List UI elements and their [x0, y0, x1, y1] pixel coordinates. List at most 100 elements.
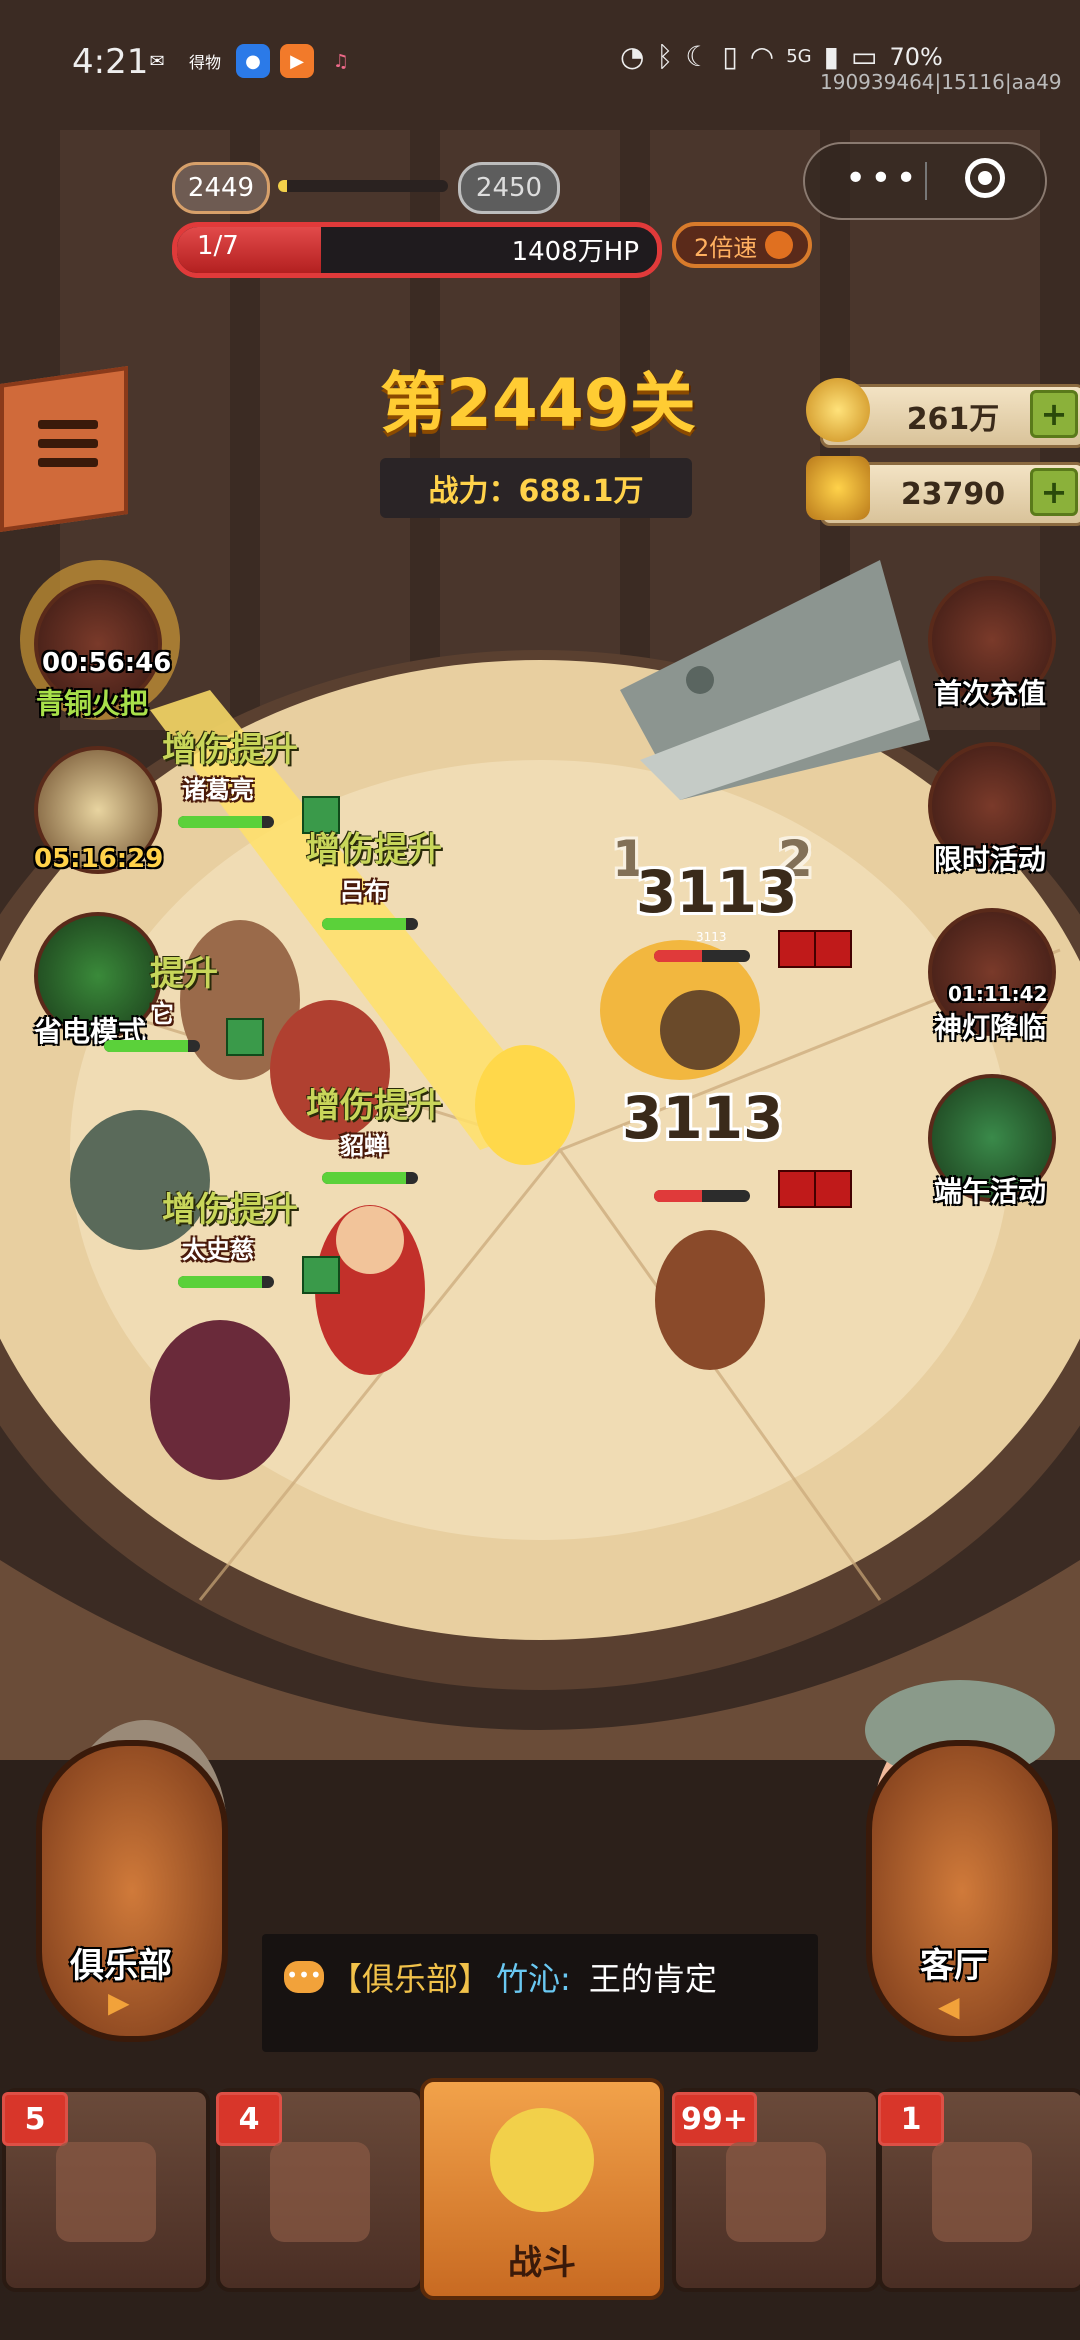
bluetooth-icon: ᛒ	[656, 40, 674, 73]
alarm-icon: ◔	[620, 40, 645, 73]
current-level-badge: 2449	[172, 162, 270, 214]
nav-badge: 5	[2, 2092, 68, 2146]
system-tray: ◔ ᛒ ☾ ▯ ◠ 5G ▮ ▭ 70%	[620, 40, 943, 73]
stage-title: 第2449关	[380, 365, 696, 442]
app-orange-icon: ▶	[280, 44, 314, 78]
speed-toggle-button[interactable]: 2倍速	[672, 222, 812, 268]
gold-ingot-icon	[806, 456, 870, 520]
hero-hp-bar	[178, 1276, 274, 1288]
buff-text: 增伤提升	[306, 1086, 442, 1126]
clock: 4:21	[72, 42, 149, 82]
hero-hp-bar	[178, 816, 274, 828]
signal-icon: ▮	[823, 40, 840, 73]
wifi-icon: ◠	[749, 40, 775, 73]
bag-icon	[56, 2142, 156, 2242]
chest-icon	[726, 2142, 826, 2242]
add-gold-button[interactable]: +	[1030, 468, 1078, 516]
map-icon	[932, 2142, 1032, 2242]
buff-text-partial: 提升	[150, 954, 218, 994]
uid-watermark: 190939464|15116|aa49	[820, 70, 1062, 94]
torch-timer: 00:56:46	[42, 648, 172, 678]
hero-name: 貂蝉	[340, 1132, 388, 1160]
wechat-icon: ✉	[149, 50, 165, 72]
debuff-icon	[814, 1170, 852, 1208]
lobby-label: 客厅	[920, 1946, 988, 1986]
hamburger-icon[interactable]	[38, 420, 98, 477]
club-button[interactable]	[36, 1740, 228, 2042]
capsule-divider	[925, 162, 927, 200]
next-level-badge: 2450	[458, 162, 560, 214]
level-progress-fill	[278, 180, 287, 192]
notification-icons: ✉ 得物 ● ▶ ♫	[140, 44, 358, 78]
level-progress-bar	[278, 180, 448, 192]
nav-tab-chest[interactable]: 99+	[672, 2088, 880, 2292]
limited-event-label: 限时活动	[934, 843, 1047, 876]
boss-hp-bar: 1/7 1408万HP	[172, 222, 662, 278]
moon-icon: ☾	[685, 40, 711, 73]
first-recharge-label: 首次充值	[934, 677, 1047, 710]
nav-badge: 99+	[672, 2092, 757, 2146]
chat-channel: 【俱乐部】	[330, 1960, 491, 1998]
club-label: 俱乐部	[70, 1946, 172, 1986]
miniprogram-capsule: •••	[803, 142, 1047, 220]
chat-sender: 竹沁:	[496, 1960, 571, 1998]
attack-buff-icon	[302, 1256, 340, 1294]
club-arrow-icon: ▶	[108, 1986, 130, 2019]
hero-name: 太史慈	[182, 1236, 254, 1264]
damage-number: 3113	[622, 1084, 784, 1152]
battery-icon: ▭	[851, 40, 878, 73]
nav-badge: 1	[878, 2092, 944, 2146]
hero-name: 诸葛亮	[182, 776, 254, 804]
hero-name-partial: 它	[150, 1000, 174, 1028]
debuff-icon	[778, 930, 816, 968]
buff-text: 增伤提升	[306, 830, 442, 870]
coin-icon	[806, 378, 870, 442]
buff-text: 增伤提升	[162, 1190, 298, 1230]
add-coin-button[interactable]: +	[1030, 390, 1078, 438]
chat-ticker[interactable]: ••• 【俱乐部】 竹沁: 王的肯定	[262, 1934, 818, 2052]
hp-text: 1408万HP	[511, 237, 639, 267]
nav-tab-battle[interactable]: 战斗	[420, 2078, 664, 2300]
speedometer-icon	[765, 231, 794, 259]
status-bar: 4:21 ✉ 得物 ● ▶ ♫ ◔ ᛒ ☾ ▯ ◠ 5G ▮ ▭ 70% 190…	[0, 0, 1080, 130]
battle-icon	[490, 2108, 594, 2212]
network-label: 5G	[786, 46, 812, 67]
lobby-button[interactable]	[866, 1740, 1058, 2042]
enemy-hp-bar	[654, 1190, 750, 1202]
speed-label: 2倍速	[694, 233, 758, 262]
app-blue-icon: ●	[236, 44, 270, 78]
vibrate-icon: ▯	[722, 40, 738, 73]
more-icon[interactable]: •••	[845, 158, 921, 199]
nav-tab-map[interactable]: 1	[878, 2088, 1080, 2292]
magic-lamp-label: 神灯降临	[934, 1011, 1047, 1044]
hero-name: 吕布	[340, 878, 388, 906]
dragon-boat-label: 端午活动	[934, 1175, 1047, 1208]
enemy-hp-bar	[654, 950, 750, 962]
lamp-timer: 01:11:42	[948, 982, 1048, 1006]
attack-buff-icon	[226, 1018, 264, 1056]
coin-amount: 261万	[906, 402, 1000, 437]
hero-hp-bar	[322, 918, 418, 930]
hero-hp-bar	[104, 1040, 200, 1052]
combat-power: 战力：688.1万	[380, 458, 692, 518]
wave-counter: 1/7	[197, 231, 239, 261]
buff-text: 增伤提升	[162, 730, 298, 770]
dewu-icon: 得物	[188, 53, 221, 72]
enemy-hp-value: 3113	[696, 930, 727, 944]
nav-tab-bag[interactable]: 5	[2, 2088, 210, 2292]
damage-number: 3113	[636, 858, 798, 926]
chat-line: ••• 【俱乐部】 竹沁: 王的肯定	[284, 1954, 717, 2000]
hero-hp-bar	[322, 1172, 418, 1184]
close-miniprogram-icon[interactable]	[965, 158, 1005, 198]
torch-label: 青铜火把	[36, 687, 149, 720]
book-timer: 05:16:29	[34, 844, 164, 874]
gold-amount: 23790	[900, 476, 1006, 512]
armor-icon	[270, 2142, 370, 2242]
debuff-icon	[778, 1170, 816, 1208]
nav-tab-equipment[interactable]: 4	[216, 2088, 424, 2292]
chat-bubble-icon: •••	[284, 1961, 324, 1993]
nav-label: 战斗	[508, 2243, 576, 2283]
app-pink-icon: ♫	[332, 50, 350, 72]
nav-badge: 4	[216, 2092, 282, 2146]
lobby-arrow-icon: ◀	[938, 1990, 960, 2023]
